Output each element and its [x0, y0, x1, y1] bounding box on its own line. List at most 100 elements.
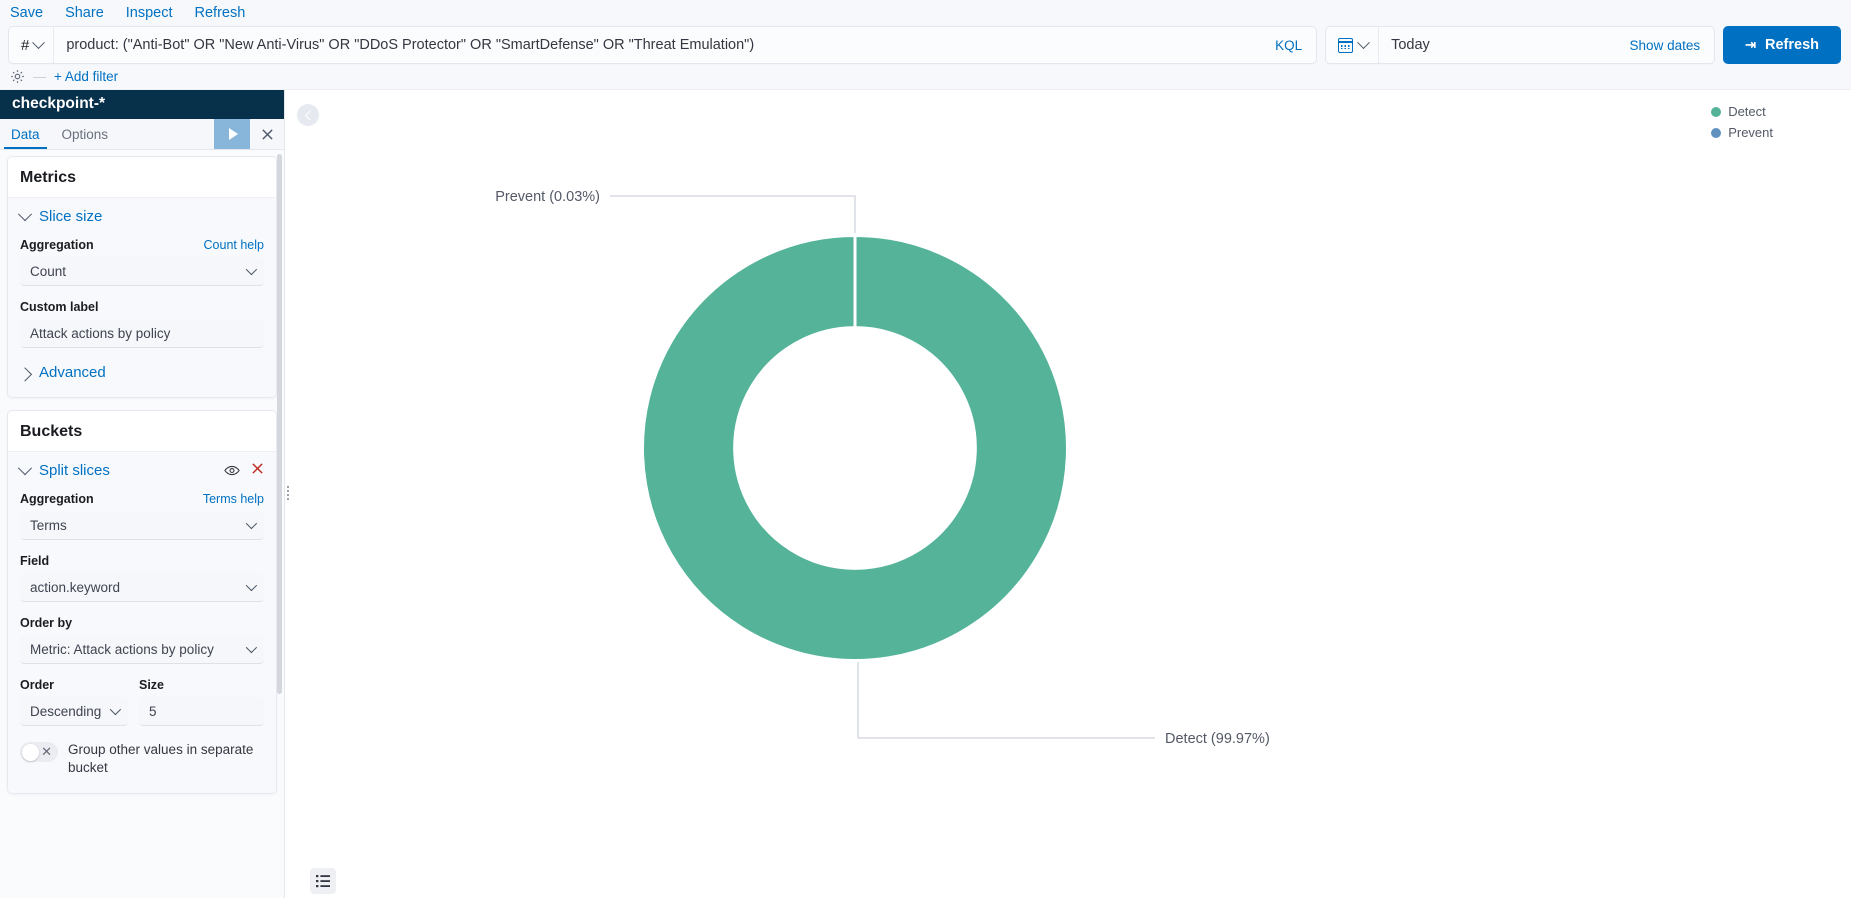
legend-item-label: Prevent: [1728, 125, 1773, 140]
date-quick-select-button[interactable]: [1326, 27, 1380, 63]
order-size-row: Order Descending Size 5: [20, 678, 264, 726]
add-filter-button[interactable]: + Add filter: [54, 69, 118, 84]
order-label-row: Order: [20, 678, 128, 692]
legend-toggle-button[interactable]: [310, 868, 336, 894]
legend-color-swatch: [1711, 127, 1722, 138]
refresh-icon: ⇥: [1745, 37, 1756, 52]
bucket-aggregation-label-row: Aggregation Terms help: [20, 492, 264, 506]
donut-chart-svg[interactable]: Prevent (0.03%) Detect (99.97%): [285, 90, 1851, 898]
show-dates-button[interactable]: Show dates: [1616, 27, 1715, 63]
bucket-header-actions: [224, 462, 264, 479]
tab-data[interactable]: Data: [0, 119, 51, 149]
field-label: Field: [20, 554, 50, 568]
chevron-down-icon: [245, 517, 258, 530]
eye-icon[interactable]: [224, 464, 240, 477]
donut-chart: Prevent (0.03%) Detect (99.97%): [285, 90, 1851, 898]
metric-aggregation-value: Count: [30, 263, 67, 279]
order-by-select[interactable]: Metric: Attack actions by policy: [20, 635, 264, 664]
index-selector-button[interactable]: #: [9, 27, 55, 63]
tab-options[interactable]: Options: [51, 119, 120, 149]
sidebar-scrollbar[interactable]: [277, 154, 282, 694]
custom-label-label: Custom label: [20, 300, 99, 314]
refresh-button-label: Refresh: [1765, 37, 1819, 53]
order-by-value: Metric: Attack actions by policy: [30, 641, 214, 657]
toggle-knob: [21, 743, 39, 761]
field-select[interactable]: action.keyword: [20, 573, 264, 602]
legend-item-detect[interactable]: Detect: [1711, 104, 1773, 119]
nav-save-button[interactable]: Save: [10, 0, 43, 26]
legend-item-label: Detect: [1728, 104, 1766, 119]
metric-aggregation-select[interactable]: Count: [20, 257, 264, 286]
group-other-label: Group other values in separate bucket: [68, 742, 254, 775]
list-icon: [316, 875, 330, 888]
slice-size-panel: Slice size Aggregation Count help Count …: [8, 197, 276, 397]
advanced-toggle[interactable]: Advanced: [17, 364, 264, 381]
size-label-row: Size: [139, 678, 264, 692]
gear-icon[interactable]: [10, 69, 25, 84]
order-column: Order Descending: [20, 678, 128, 726]
sidebar-scroll-region[interactable]: Metrics Slice size Aggregation Count hel…: [0, 150, 284, 898]
group-other-toggle[interactable]: ✕: [20, 742, 58, 762]
bucket-aggregation-select[interactable]: Terms: [20, 511, 264, 540]
legend-item-prevent[interactable]: Prevent: [1711, 125, 1773, 140]
custom-label-input[interactable]: Attack actions by policy: [20, 319, 264, 348]
metric-aggregation-label: Aggregation: [20, 238, 94, 252]
nav-share-button[interactable]: Share: [65, 0, 104, 26]
detect-callout-label: Detect (99.97%): [1165, 731, 1270, 747]
split-slices-header[interactable]: Split slices: [17, 460, 264, 479]
date-range-value[interactable]: Today: [1379, 27, 1615, 63]
legend-color-swatch: [1711, 106, 1722, 117]
nav-inspect-button[interactable]: Inspect: [126, 0, 173, 26]
query-language-button[interactable]: KQL: [1261, 27, 1316, 63]
tab-options-label: Options: [61, 126, 109, 142]
chevron-down-icon: [245, 263, 258, 276]
bucket-aggregation-value: Terms: [30, 517, 67, 533]
index-pattern-title: checkpoint-*: [0, 90, 284, 119]
play-icon: [228, 128, 238, 140]
custom-label-value: Attack actions by policy: [30, 325, 171, 341]
editor-body: checkpoint-* Data Options Metrics Slice …: [0, 90, 1851, 898]
chevron-down-icon: [32, 35, 46, 49]
chevron-down-icon: [245, 641, 258, 654]
hash-icon: #: [21, 36, 30, 54]
slice-size-header[interactable]: Slice size: [17, 206, 264, 225]
buckets-title: Buckets: [20, 423, 83, 440]
tab-data-label: Data: [11, 126, 40, 142]
order-value: Descending: [30, 703, 102, 719]
query-bar-row: # product: ("Anti-Bot" OR "New Anti-Viru…: [0, 26, 1851, 64]
top-navigation-bar: Save Share Inspect Refresh: [0, 0, 1851, 26]
chevron-right-icon: [17, 366, 33, 381]
metric-aggregation-label-row: Aggregation Count help: [20, 238, 264, 252]
prevent-callout-label: Prevent (0.03%): [495, 189, 600, 205]
slice-size-label: Slice size: [39, 208, 103, 225]
close-editor-button[interactable]: [250, 119, 284, 149]
chevron-down-icon: [1357, 35, 1370, 49]
custom-label-label-row: Custom label: [20, 300, 264, 314]
size-column: Size 5: [139, 678, 264, 726]
chevron-left-icon: [304, 110, 315, 120]
group-other-row: ✕ Group other values in separate bucket: [20, 741, 264, 777]
search-input[interactable]: product: ("Anti-Bot" OR "New Anti-Virus"…: [54, 27, 1261, 63]
query-input-container: # product: ("Anti-Bot" OR "New Anti-Viru…: [8, 26, 1318, 64]
terms-help-link[interactable]: Terms help: [203, 492, 264, 506]
count-help-link[interactable]: Count help: [204, 238, 264, 252]
buckets-card: Buckets Split slices Aggregation Terms h…: [7, 410, 277, 794]
collapse-sidebar-button[interactable]: [297, 104, 319, 126]
apply-changes-button[interactable]: [214, 119, 250, 149]
resize-grip-icon: [287, 486, 289, 502]
nav-refresh-button[interactable]: Refresh: [195, 0, 246, 26]
chevron-down-icon: [17, 206, 33, 221]
split-slices-panel: Split slices Aggregation Terms help Term…: [8, 451, 276, 793]
size-input[interactable]: 5: [139, 697, 264, 726]
refresh-query-button[interactable]: ⇥ Refresh: [1723, 26, 1841, 64]
sidebar-resize-handle[interactable]: [285, 90, 291, 898]
remove-bucket-icon[interactable]: [251, 462, 264, 479]
chevron-down-icon: [245, 579, 258, 592]
date-picker-container: Today Show dates: [1325, 26, 1716, 64]
editor-tabs: Data Options: [0, 119, 284, 150]
order-select[interactable]: Descending: [20, 697, 128, 726]
